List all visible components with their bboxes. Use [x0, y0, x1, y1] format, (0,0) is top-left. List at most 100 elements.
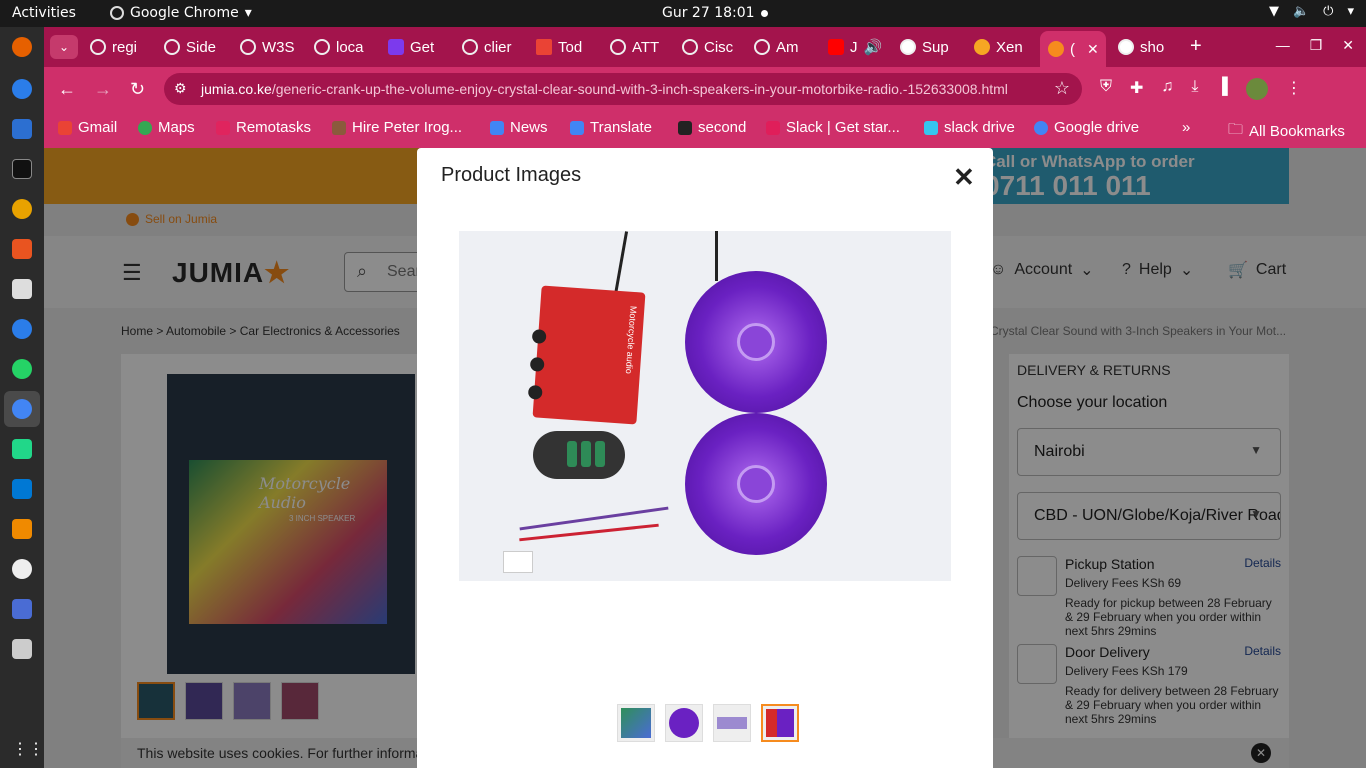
tab-search-button[interactable]: ⌄	[50, 35, 78, 59]
slack-icon	[766, 120, 780, 135]
profile-avatar[interactable]	[1245, 78, 1268, 100]
all-bookmarks[interactable]: 🗀 All Bookmarks	[1228, 119, 1345, 144]
tab[interactable]: ATT	[610, 35, 666, 59]
app-menu[interactable]: Google Chrome ▾	[110, 5, 252, 21]
bookmark-item[interactable]: Google drive	[1034, 119, 1139, 136]
pycharm-icon[interactable]	[12, 439, 32, 459]
speaker-icon: 🔊	[863, 39, 883, 56]
tab[interactable]: Am	[754, 35, 810, 59]
help-icon[interactable]	[12, 319, 32, 339]
forward-icon[interactable]: →	[94, 79, 112, 100]
tab[interactable]: J 🔊	[828, 35, 884, 59]
knob	[529, 356, 545, 372]
tab[interactable]: Xen	[974, 35, 1030, 59]
screenshot-icon[interactable]	[12, 599, 32, 619]
media-icon[interactable]: ♫	[1161, 78, 1173, 100]
modal-thumbnail[interactable]	[665, 704, 703, 742]
clock[interactable]: Gur 27 18:01	[662, 5, 755, 21]
reload-icon[interactable]: ↻	[130, 79, 145, 100]
menu-icon[interactable]: ⋮	[1286, 78, 1302, 100]
gmail-icon	[58, 120, 72, 135]
maximize-icon[interactable]: ❐	[1310, 37, 1323, 54]
rhythmbox-icon[interactable]	[12, 199, 32, 219]
minimize-icon[interactable]: —	[1276, 37, 1290, 54]
tab-favicon-icon	[388, 39, 404, 55]
tab[interactable]: clier	[462, 35, 518, 59]
app-name: Google Chrome	[130, 5, 239, 21]
firefox-icon[interactable]	[12, 37, 32, 57]
modal-title: Product Images	[441, 164, 582, 186]
translate-icon	[570, 120, 584, 135]
modal-thumbnail-selected[interactable]	[761, 704, 799, 742]
url-text[interactable]: jumia.co.ke/generic-crank-up-the-volume-…	[201, 81, 1008, 97]
bookmark-star-icon[interactable]: ☆	[1054, 78, 1070, 99]
tab[interactable]: Tod	[536, 35, 592, 59]
thunderbird-icon[interactable]	[12, 79, 32, 99]
modal-thumbnail[interactable]	[617, 704, 655, 742]
tab[interactable]: Sup	[900, 35, 960, 59]
close-tab-icon[interactable]: ✕	[1087, 41, 1099, 58]
tab-active[interactable]: (✕	[1040, 31, 1106, 67]
writer-icon[interactable]	[12, 119, 32, 139]
bookmark-item[interactable]: slack drive	[924, 119, 1015, 136]
vlc-icon[interactable]	[12, 519, 32, 539]
back-icon[interactable]: ←	[58, 79, 76, 100]
wire	[715, 231, 718, 281]
tab[interactable]: Side	[164, 35, 220, 59]
extensions-icon[interactable]: ✚	[1130, 78, 1143, 100]
bookmark-item[interactable]: Slack | Get star...	[766, 119, 900, 136]
tab[interactable]: W3S	[240, 35, 296, 59]
side-panel-icon[interactable]: ▐	[1217, 78, 1228, 100]
tab[interactable]: Cisc	[682, 35, 738, 59]
bookmark-item[interactable]: second	[678, 119, 746, 136]
shield-icon[interactable]: ⛨	[1100, 78, 1112, 100]
terminal-icon[interactable]	[12, 159, 32, 179]
software-icon[interactable]	[12, 239, 32, 259]
activities-button[interactable]: Activities	[12, 5, 76, 21]
address-bar[interactable]: ⚙ jumia.co.ke/generic-crank-up-the-volum…	[164, 73, 1082, 105]
bookmark-item[interactable]: Gmail	[58, 119, 117, 136]
bookmark-item[interactable]: Translate	[570, 119, 652, 136]
files-icon[interactable]	[12, 279, 32, 299]
modal-thumbnail[interactable]	[713, 704, 751, 742]
chrome-dock-icon[interactable]	[12, 399, 32, 419]
image-viewer-icon[interactable]	[12, 639, 32, 659]
toolbar-actions: ⛨ ✚ ♫ ⤓ ▐ ⋮	[1100, 78, 1302, 100]
connector-image	[503, 551, 533, 573]
gmail-icon	[536, 39, 552, 55]
knob	[527, 384, 543, 400]
app-icon[interactable]	[12, 559, 32, 579]
bookmark-item[interactable]: Remotasks	[216, 119, 311, 136]
close-icon[interactable]: ✕	[953, 162, 975, 193]
tab-favicon-icon	[164, 39, 180, 55]
volume-icon: 🔈	[1292, 4, 1310, 19]
avatar-icon	[332, 120, 346, 135]
site-info-icon[interactable]: ⚙	[174, 80, 187, 97]
maps-icon	[138, 120, 152, 135]
speaker-image	[685, 271, 827, 413]
system-tray[interactable]: ▼ 🔈 ⏻ ▾	[1269, 4, 1354, 19]
remote-image	[533, 431, 625, 479]
tab-favicon-icon	[610, 39, 626, 55]
folder-icon: 🗀	[1228, 121, 1244, 138]
chevron-down-icon: ▾	[1347, 4, 1354, 19]
close-window-icon[interactable]: ✕	[1342, 37, 1354, 54]
tab[interactable]: loca	[314, 35, 370, 59]
bookmark-item[interactable]: Maps	[138, 119, 195, 136]
vscode-icon[interactable]	[12, 479, 32, 499]
tab[interactable]: regi	[90, 35, 146, 59]
more-bookmarks-icon[interactable]: »	[1182, 119, 1190, 136]
whatsapp-icon[interactable]	[12, 359, 32, 379]
bookmark-item[interactable]: News	[490, 119, 548, 136]
tab[interactable]: sho	[1118, 35, 1178, 59]
show-apps-icon[interactable]: ⋮⋮	[12, 739, 44, 759]
slack-icon	[924, 120, 938, 135]
tab[interactable]: Get	[388, 35, 444, 59]
bookmark-item[interactable]: Hire Peter Irog...	[332, 119, 462, 136]
github-icon	[900, 39, 916, 55]
notification-dot	[761, 10, 768, 17]
new-tab-button[interactable]: +	[1190, 35, 1202, 58]
speaker-image	[685, 413, 827, 555]
system-top-bar: Activities Google Chrome ▾ Gur 27 18:01 …	[0, 0, 1366, 27]
download-icon[interactable]: ⤓	[1191, 78, 1198, 100]
